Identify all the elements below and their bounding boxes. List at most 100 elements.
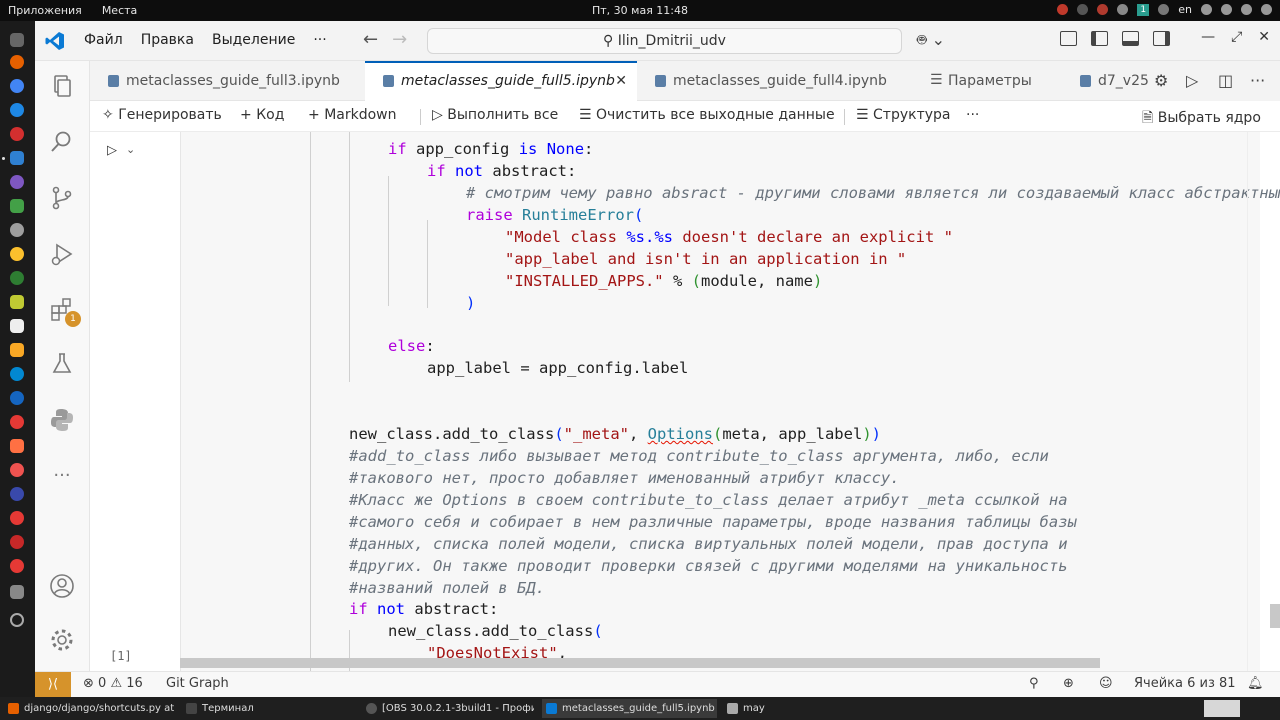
toolbar-more-button[interactable]: ···: [966, 107, 979, 123]
app-icon[interactable]: [10, 535, 24, 549]
network-icon[interactable]: [1158, 4, 1170, 15]
tab-d7-v25[interactable]: d7_v25: [1062, 61, 1152, 101]
trash-icon[interactable]: [10, 585, 24, 599]
restore-icon[interactable]: ⤢: [1231, 29, 1242, 45]
notifications-bell-icon[interactable]: 🔔︎: [1247, 676, 1264, 691]
code-line: "app_label and isn't in an application i…: [505, 250, 907, 268]
cell-position[interactable]: Ячейка 6 из 81: [1134, 676, 1236, 691]
explorer-icon[interactable]: [49, 73, 75, 99]
app-icon[interactable]: [10, 199, 24, 213]
app-icon[interactable]: [10, 463, 24, 477]
add-code-cell-button[interactable]: + Код: [240, 107, 284, 123]
app-icon[interactable]: [10, 247, 24, 261]
show-apps-icon[interactable]: [10, 613, 24, 627]
tab-settings[interactable]: ☰ Параметры: [912, 61, 1062, 101]
horizontal-scrollbar[interactable]: [180, 658, 1100, 668]
app-icon[interactable]: [10, 271, 24, 285]
chrome-icon[interactable]: [1077, 4, 1089, 15]
files-icon[interactable]: [10, 33, 24, 47]
puzzle-icon[interactable]: [1117, 4, 1129, 15]
tab-metaclasses-guide-full5[interactable]: metaclasses_guide_full5.ipynb ✕: [365, 61, 637, 101]
app-icon[interactable]: [10, 295, 24, 309]
more-actions-icon[interactable]: ···: [1250, 71, 1265, 90]
power-icon[interactable]: [1261, 4, 1272, 15]
toggle-secondary-sidebar-icon[interactable]: [1153, 31, 1170, 46]
taskbar-item-browser[interactable]: django/django/shortcuts.py at sta...: [4, 699, 174, 718]
run-icon[interactable]: ▷: [1186, 71, 1198, 90]
add-markdown-cell-button[interactable]: + Markdown: [308, 107, 396, 123]
app-icon[interactable]: [10, 487, 24, 501]
copilot-icon[interactable]: 🤖︎ ⌄: [917, 30, 945, 52]
menu-selection[interactable]: Выделение: [212, 32, 295, 48]
forward-arrow-icon[interactable]: →: [392, 29, 407, 50]
app-icon[interactable]: [10, 559, 24, 573]
app-icon[interactable]: [10, 415, 24, 429]
menu-more[interactable]: ···: [313, 32, 326, 48]
settings-gear-icon[interactable]: [49, 627, 75, 653]
close-tab-icon[interactable]: ✕: [615, 63, 627, 99]
testing-flask-icon[interactable]: [49, 351, 75, 377]
error-icon: ⊗: [83, 676, 99, 691]
taskbar-item-obs[interactable]: [OBS 30.0.2.1-3build1 - Профиль:...: [362, 699, 534, 718]
firefox-icon[interactable]: [10, 55, 24, 69]
generate-button[interactable]: ✧ Генерировать: [102, 107, 222, 123]
tab-metaclasses-guide-full3[interactable]: metaclasses_guide_full3.ipynb: [90, 61, 365, 101]
problems-indicator[interactable]: ⊗ 0 ⚠ 16: [83, 676, 143, 691]
git-graph-button[interactable]: Git Graph: [166, 676, 229, 691]
browser-icon[interactable]: [10, 103, 24, 117]
outline-button[interactable]: ☰ Структура: [856, 107, 950, 123]
chrome-icon[interactable]: [10, 79, 24, 93]
terminal-tray-icon[interactable]: 1: [1137, 3, 1150, 16]
taskbar-item-vscode[interactable]: metaclasses_guide_full5.ipynb - Ili...: [542, 699, 717, 718]
volume-icon[interactable]: [1221, 4, 1232, 15]
record-icon[interactable]: [1057, 4, 1069, 15]
command-center[interactable]: ⚲ Ilin_Dmitrii_udv: [427, 28, 902, 54]
vertical-scrollbar[interactable]: [1270, 604, 1280, 628]
app-icon[interactable]: [10, 175, 24, 189]
app-tray-icon[interactable]: [1097, 4, 1109, 15]
vscode-dock-icon[interactable]: [10, 151, 24, 165]
gear-icon[interactable]: ⚙: [1154, 71, 1168, 90]
menu-edit[interactable]: Правка: [141, 32, 194, 48]
select-kernel-button[interactable]: 🗎︎ Выбрать ядро: [1142, 107, 1261, 131]
telegram-icon[interactable]: [10, 367, 24, 381]
app-icon[interactable]: [10, 511, 24, 525]
zoom-icon[interactable]: ⊕: [1063, 676, 1074, 691]
chevron-down-icon[interactable]: ⌄: [126, 143, 135, 156]
toggle-layout-icon[interactable]: [1060, 31, 1077, 46]
workspace-switcher[interactable]: [1204, 700, 1240, 717]
microphone-icon[interactable]: [1201, 4, 1212, 15]
code-line: ): [466, 294, 476, 312]
yandex-icon[interactable]: [10, 127, 24, 141]
app-icon[interactable]: [10, 439, 24, 453]
toggle-primary-sidebar-icon[interactable]: [1091, 31, 1108, 46]
clear-outputs-button[interactable]: ☰ Очистить все выходные данные: [579, 107, 835, 123]
menu-file[interactable]: Файл: [84, 32, 123, 48]
python-icon[interactable]: [49, 407, 75, 433]
battery-icon[interactable]: [1241, 4, 1252, 15]
search-icon[interactable]: [49, 129, 75, 155]
taskbar-item-folder[interactable]: may: [723, 699, 843, 718]
run-debug-icon[interactable]: [49, 241, 75, 267]
back-arrow-icon[interactable]: ←: [363, 29, 378, 50]
location-icon[interactable]: ⚲: [1029, 676, 1039, 691]
copilot-status-icon[interactable]: ☺: [1099, 676, 1113, 691]
remote-indicator-icon[interactable]: ⟩⟨: [35, 672, 71, 697]
source-control-icon[interactable]: [49, 185, 75, 211]
app-icon[interactable]: [10, 319, 24, 333]
minimize-icon[interactable]: —: [1201, 29, 1215, 45]
keyboard-layout[interactable]: en: [1178, 3, 1192, 16]
tab-metaclasses-guide-full4[interactable]: metaclasses_guide_full4.ipynb: [637, 61, 912, 101]
run-cell-icon[interactable]: ▷: [107, 143, 117, 158]
app-icon[interactable]: [10, 343, 24, 357]
code-cell-editor[interactable]: if app_config is None: if not abstract: …: [180, 132, 1280, 671]
app-icon[interactable]: [10, 391, 24, 405]
run-all-button[interactable]: ▷ Выполнить все: [432, 107, 558, 123]
more-views-icon[interactable]: ···: [49, 465, 75, 491]
taskbar-item-terminal[interactable]: Терминал: [182, 699, 354, 718]
app-icon[interactable]: [10, 223, 24, 237]
account-icon[interactable]: [49, 573, 75, 599]
toggle-panel-icon[interactable]: [1122, 31, 1139, 46]
close-window-icon[interactable]: ✕: [1258, 29, 1270, 45]
split-editor-icon[interactable]: ◫: [1218, 71, 1233, 90]
